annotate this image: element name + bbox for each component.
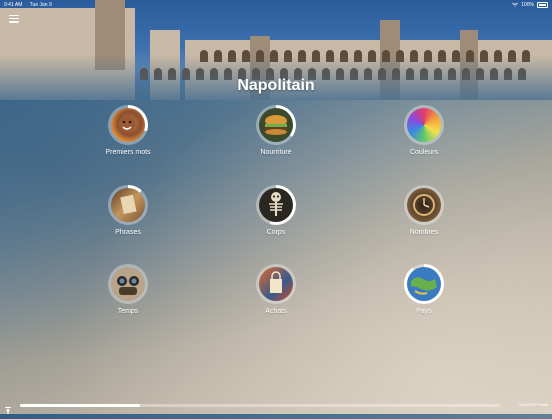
- status-bar: 9:41 AM Tue Jan 9 100%: [0, 0, 552, 10]
- category-pays[interactable]: Pays: [379, 264, 469, 316]
- category-phrases[interactable]: Phrases: [83, 185, 173, 237]
- category-label: Nombres: [409, 229, 439, 236]
- category-temps[interactable]: Temps: [83, 264, 173, 316]
- category-label: Corps: [266, 229, 286, 236]
- progress-ring: [404, 105, 444, 145]
- category-premiers-mots[interactable]: Premiers mots: [83, 105, 173, 157]
- progress-ring: [108, 264, 148, 304]
- progress-ring: [404, 185, 444, 225]
- category-label: Pays: [416, 308, 432, 315]
- battery-icon: [537, 2, 548, 8]
- shopping-icon: [259, 267, 293, 301]
- progress-ring: [256, 264, 296, 304]
- category-label: Nourriture: [260, 149, 292, 156]
- category-label: Temps: [117, 308, 139, 315]
- number-clock-icon: [407, 188, 441, 222]
- hamburger-menu-icon[interactable]: [9, 15, 19, 23]
- progress-ring: [256, 105, 296, 145]
- burger-icon: [259, 108, 293, 142]
- weather-goggles-icon: [111, 267, 145, 301]
- status-time: 9:41 AM: [4, 2, 23, 8]
- paint-swirl-icon: [407, 108, 441, 142]
- category-label: Phrases: [115, 229, 141, 236]
- points-progress-bar: [20, 404, 500, 407]
- progress-ring: [404, 264, 444, 304]
- letter-icon: [111, 188, 145, 222]
- progress-ring: [108, 185, 148, 225]
- battery-percent: 100%: [521, 2, 534, 8]
- category-couleurs[interactable]: Couleurs: [379, 105, 469, 157]
- category-label: Achats: [265, 308, 287, 315]
- status-date: Tue Jan 9: [29, 2, 52, 8]
- points-progress-fill: [20, 404, 140, 407]
- points-label: 806/2470 Points: [519, 402, 548, 407]
- category-achats[interactable]: Achats: [231, 264, 321, 316]
- progress-ring: [108, 105, 148, 145]
- category-label: Premiers mots: [105, 149, 151, 156]
- page-title: Napolitain: [237, 77, 315, 94]
- world-map-icon: [407, 267, 441, 301]
- progress-ring: [256, 185, 296, 225]
- wifi-icon: [512, 3, 519, 7]
- pin-icon[interactable]: [5, 401, 11, 414]
- category-corps[interactable]: Corps: [231, 185, 321, 237]
- skeleton-icon: [259, 188, 293, 222]
- category-nourriture[interactable]: Nourriture: [231, 105, 321, 157]
- category-label: Couleurs: [409, 149, 438, 156]
- child-face-icon: [111, 108, 145, 142]
- category-nombres[interactable]: Nombres: [379, 185, 469, 237]
